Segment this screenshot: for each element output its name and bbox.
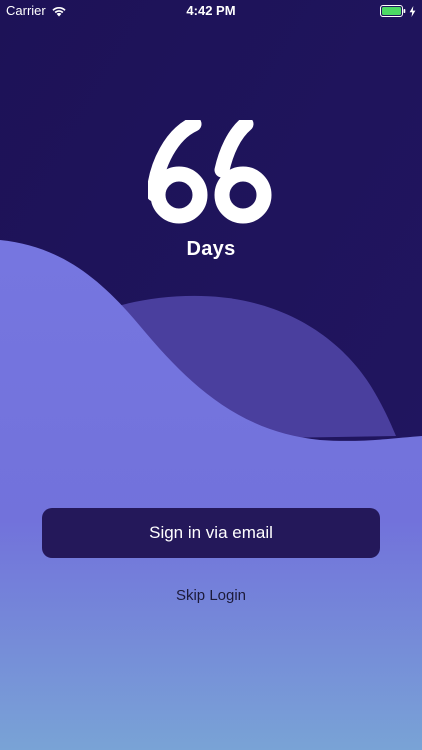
battery-group [380,5,416,17]
66-days-logo-icon [148,120,272,224]
sign-in-email-button[interactable]: Sign in via email [42,508,380,558]
status-time: 4:42 PM [186,3,236,18]
login-screen: Carrier 4:42 PM Days Sign in via email S… [0,0,422,750]
skip-login-button[interactable]: Skip Login [111,584,311,608]
wave-background [0,0,422,750]
charging-bolt-icon [409,5,416,17]
app-name: Days [186,238,236,260]
battery-full-icon [380,5,406,17]
status-bar: Carrier 4:42 PM [0,0,422,22]
